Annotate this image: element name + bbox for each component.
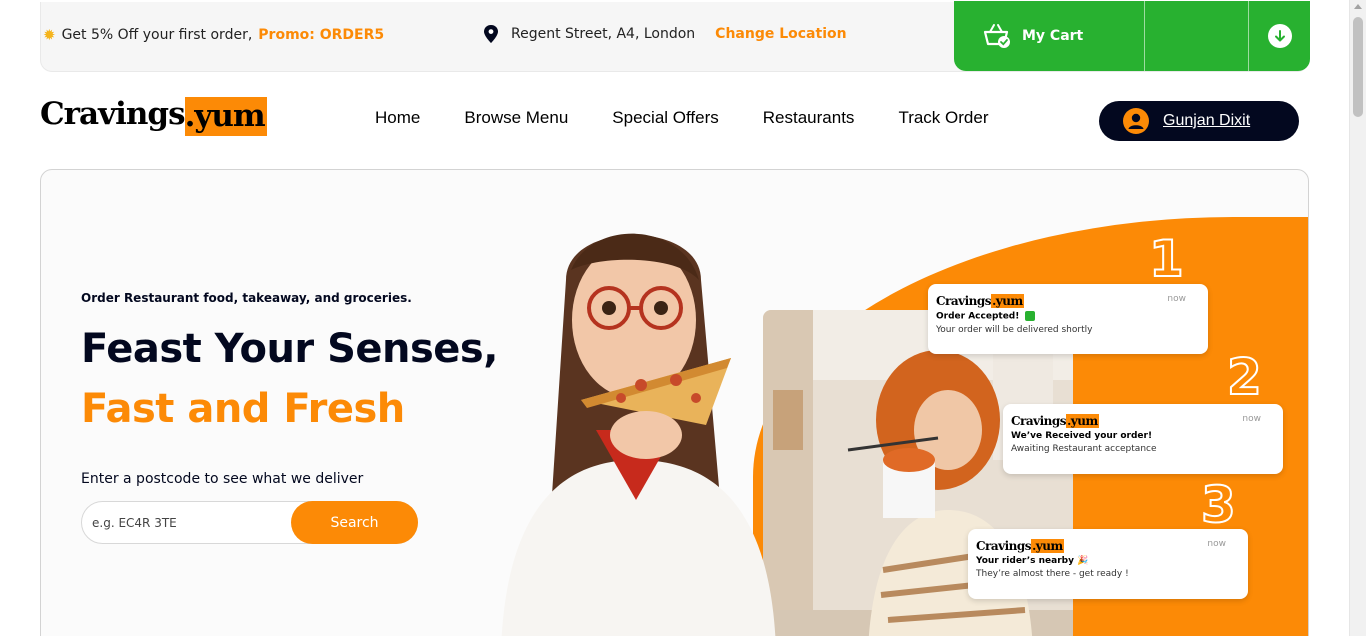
sun-icon: ✹: [43, 26, 56, 44]
notification-card-order-accepted: Cravings.yum now Order Accepted! Your or…: [928, 284, 1208, 354]
user-name: Gunjan Dixit: [1163, 112, 1251, 129]
page-scrollbar[interactable]: [1349, 0, 1366, 636]
search-button[interactable]: Search: [291, 501, 418, 544]
top-bar: ✹ Get 5% Off your first order, Promo: OR…: [40, 1, 1310, 72]
notification-logo: Cravings.yum: [1011, 414, 1099, 428]
main-nav: Home Browse Menu Special Offers Restaura…: [353, 108, 1010, 128]
location-pin-icon: [484, 25, 498, 43]
hero-title-accent: Fast and Fresh: [81, 386, 405, 432]
change-location-link[interactable]: Change Location: [715, 26, 846, 42]
user-account-button[interactable]: Gunjan Dixit: [1099, 101, 1299, 141]
logo-text-primary: Cravings: [40, 96, 186, 132]
notification-logo: Cravings.yum: [976, 539, 1064, 553]
cart-items-segment[interactable]: [1145, 1, 1249, 71]
scroll-up-arrow-icon[interactable]: [1354, 4, 1362, 9]
site-logo[interactable]: Cravings .yum: [40, 92, 267, 136]
hero-subtitle: Order Restaurant food, takeaway, and gro…: [81, 291, 412, 305]
location-bar: Regent Street, A4, London Change Locatio…: [483, 25, 847, 43]
notification-body: Your order will be delivered shortly: [936, 324, 1093, 335]
promo-banner: ✹ Get 5% Off your first order, Promo: OR…: [43, 26, 384, 44]
location-text: Regent Street, A4, London: [511, 26, 696, 42]
nav-special-offers[interactable]: Special Offers: [590, 108, 740, 128]
page: ✹ Get 5% Off your first order, Promo: OR…: [0, 0, 1366, 636]
logo-text-accent: .yum: [184, 97, 267, 136]
notification-time: now: [1167, 294, 1186, 304]
cart-expand-segment[interactable]: [1249, 1, 1310, 71]
notification-logo: Cravings.yum: [936, 294, 1024, 308]
scroll-thumb[interactable]: [1353, 17, 1363, 117]
notification-time: now: [1207, 539, 1226, 549]
user-icon: [1123, 108, 1149, 134]
check-icon: [1025, 311, 1036, 321]
step-number-2: 2: [1226, 347, 1263, 407]
cart-label: My Cart: [1022, 28, 1084, 44]
hero-section: Order Restaurant food, takeaway, and gro…: [40, 169, 1309, 636]
notification-card-rider-nearby: Cravings.yum now Your rider’s nearby 🎉 T…: [968, 529, 1248, 599]
pizza-girl-image: [501, 233, 776, 636]
notification-title: Your rider’s nearby 🎉: [976, 556, 1089, 566]
notification-card-order-received: Cravings.yum now We’ve Received your ord…: [1003, 404, 1283, 474]
cart-bar: My Cart: [954, 1, 1310, 71]
notification-body: They’re almost there - get ready !: [976, 569, 1129, 579]
my-cart-button[interactable]: My Cart: [954, 1, 1145, 71]
notification-title: Order Accepted!: [936, 311, 1200, 322]
promo-text: Get 5% Off your first order,: [61, 27, 253, 43]
postcode-input[interactable]: [92, 502, 287, 543]
step-number-1: 1: [1148, 229, 1185, 289]
notification-time: now: [1242, 414, 1261, 424]
notification-title: We’ve Received your order!: [1011, 431, 1153, 441]
nav-track-order[interactable]: Track Order: [876, 108, 1010, 128]
postcode-search: Search: [81, 501, 418, 544]
basket-icon: [983, 24, 1010, 48]
download-arrow-icon[interactable]: [1267, 24, 1292, 48]
notification-body: Awaiting Restaurant acceptance: [1011, 444, 1157, 454]
nav-restaurants[interactable]: Restaurants: [741, 108, 877, 128]
nav-home[interactable]: Home: [353, 108, 442, 128]
hero-title: Feast Your Senses,: [81, 326, 498, 372]
nav-browse-menu[interactable]: Browse Menu: [442, 108, 590, 128]
postcode-label: Enter a postcode to see what we deliver: [81, 471, 364, 487]
step-number-3: 3: [1200, 475, 1237, 535]
promo-code: Promo: ORDER5: [258, 27, 385, 43]
